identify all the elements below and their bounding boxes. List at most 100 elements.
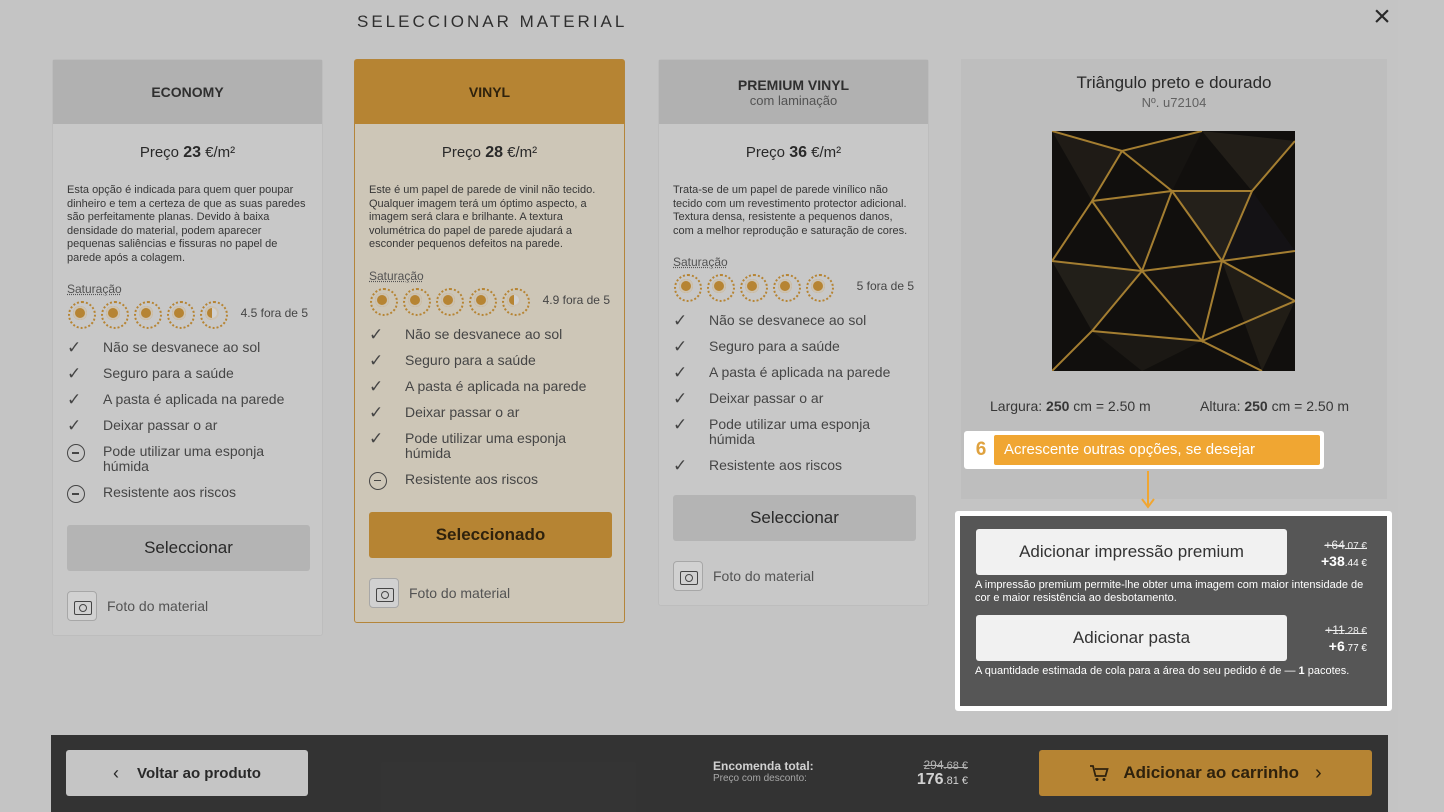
premium-new-price: +38.44 €: [1321, 553, 1367, 570]
feature-item: ✓ Não se desvanece ao sol: [673, 311, 914, 330]
close-icon[interactable]: ×: [1368, 2, 1396, 32]
feature-text: Não se desvanece ao sol: [103, 339, 261, 355]
material-photo-link[interactable]: Foto do material: [673, 561, 914, 591]
feature-item: Resistente aos riscos: [369, 471, 610, 490]
feature-text: Seguro para a saúde: [103, 365, 234, 381]
feature-item: ✓ Deixar passar o ar: [369, 402, 610, 422]
card-title: ECONOMY: [151, 84, 224, 100]
check-icon: ✓: [67, 364, 82, 383]
height-unit: cm = 2.50 m: [1271, 398, 1350, 414]
feature-item: ✓ Seguro para a saúde: [369, 350, 610, 370]
sun-icon: [739, 274, 768, 302]
height-value: 250: [1244, 398, 1268, 414]
card-price: Preço 36 €/m²: [745, 144, 842, 161]
arrow-down-icon: [1141, 471, 1155, 509]
product-code: Nº. u72104: [1141, 95, 1207, 110]
check-icon: ✓: [673, 311, 688, 330]
feature-item: ✓ Pode utilizar uma esponja húmida: [369, 428, 610, 461]
saturation-label[interactable]: Saturação: [673, 255, 914, 269]
sun-icon: [501, 287, 530, 316]
sun-icon: [100, 301, 129, 329]
select-button[interactable]: Seleccionado: [369, 511, 612, 558]
material-card-premium-vinyl[interactable]: PREMIUM VINYL com laminação Preço 36 €/m…: [658, 59, 929, 606]
paste-old-price: +11.28 €: [1325, 623, 1367, 637]
step-callout: 6 Acrescente outras opções, se desejar: [964, 431, 1324, 469]
sun-icon: [67, 301, 96, 329]
feature-text: Resistente aos riscos: [103, 484, 237, 500]
feature-list: ✓ Não se desvanece ao sol ✓ Seguro para a s…: [369, 324, 610, 490]
feature-item: ✓ Seguro para a saúde: [67, 364, 308, 383]
feature-text: Deixar passar o ar: [103, 417, 218, 433]
product-title: Triângulo preto e dourado: [1076, 73, 1272, 92]
width-value: 250: [1046, 398, 1070, 414]
material-photo-link[interactable]: Foto do material: [67, 591, 308, 621]
add-paste-button[interactable]: Adicionar pasta: [976, 615, 1287, 661]
saturation-rating: 4.5 fora de 5: [67, 301, 308, 329]
back-to-product-button[interactable]: ‹ Voltar ao produto: [66, 750, 308, 796]
feature-text: Deixar passar o ar: [405, 403, 520, 420]
saturation-label[interactable]: Saturação: [369, 269, 610, 283]
sun-icon: [805, 274, 834, 302]
saturation-rating: 4.9 fora de 5: [369, 287, 610, 316]
feature-item: ✓ Não se desvanece ao sol: [369, 324, 610, 344]
minus-circle-icon: [67, 444, 85, 462]
feature-item: ✓ A pasta é aplicada na parede: [67, 391, 308, 408]
sun-icon: [706, 274, 735, 302]
card-description: Este é um papel de parede de vinil não t…: [369, 184, 596, 250]
add-to-cart-button[interactable]: Adicionar ao carrinho ›: [1039, 750, 1372, 796]
sun-icon: [402, 287, 431, 316]
wallpaper-pattern-image: [1052, 131, 1295, 371]
back-button-label: Voltar ao produto: [137, 764, 261, 782]
cart-button-label: Adicionar ao carrinho: [1123, 763, 1300, 782]
feature-item: ✓ Não se desvanece ao sol: [67, 339, 308, 356]
chevron-right-icon: ›: [1315, 761, 1322, 784]
modal-title: SELECCIONAR MATERIAL: [357, 12, 628, 31]
minus-circle-icon: [67, 485, 85, 503]
feature-text: A pasta é aplicada na parede: [103, 391, 285, 407]
material-card-economy[interactable]: ECONOMY Preço 23 €/m² Esta opção é indic…: [52, 59, 323, 636]
material-photo-link[interactable]: Foto do material: [369, 577, 610, 608]
card-title: PREMIUM VINYL: [737, 76, 850, 93]
paste-description: A quantidade estimada de cola para a áre…: [975, 665, 1350, 677]
height-label: Altura:: [1200, 398, 1241, 414]
feature-item: ✓ Deixar passar o ar: [673, 389, 914, 408]
check-icon: ✓: [369, 324, 384, 344]
sun-icon: [199, 301, 228, 329]
feature-text: A pasta é aplicada na parede: [405, 377, 587, 394]
paste-new-price: +6.77 €: [1328, 638, 1367, 655]
old-total: 294.68 €: [923, 758, 969, 772]
feature-list: ✓ Não se desvanece ao sol ✓ Seguro para a s…: [673, 311, 914, 475]
feature-text: Não se desvanece ao sol: [405, 325, 563, 342]
sun-icon: [166, 301, 195, 329]
height-dimension: Altura: 250 cm = 2.50 m: [1200, 398, 1349, 414]
card-price: Preço 23 €/m²: [139, 144, 236, 161]
feature-list: ✓ Não se desvanece ao sol ✓ Seguro para a s…: [67, 339, 308, 503]
feature-item: ✓ Pode utilizar uma esponja húmida: [673, 416, 914, 447]
camera-icon: [673, 561, 703, 591]
material-card-vinyl[interactable]: VINYL Preço 28 €/m² Este é um papel de p…: [354, 59, 625, 623]
feature-text: Pode utilizar uma esponja húmida: [103, 443, 265, 474]
product-image: [1052, 131, 1295, 371]
check-icon: ✓: [369, 428, 384, 448]
check-icon: ✓: [369, 402, 384, 422]
check-icon: ✓: [673, 389, 688, 408]
footer-bar: ‹ Voltar ao produto Encomenda total: Pre…: [51, 735, 1388, 812]
feature-item: Resistente aos riscos: [67, 485, 308, 503]
check-icon: ✓: [369, 376, 384, 396]
feature-item: ✓ A pasta é aplicada na parede: [673, 364, 914, 381]
saturation-label[interactable]: Saturação: [67, 282, 308, 296]
feature-text: Não se desvanece ao sol: [709, 312, 867, 328]
check-icon: ✓: [673, 337, 688, 356]
select-button[interactable]: Seleccionar: [67, 525, 310, 571]
add-premium-print-button[interactable]: Adicionar impressão premium: [976, 529, 1287, 575]
check-icon: ✓: [673, 456, 688, 475]
card-subtitle: com laminação: [749, 92, 838, 108]
feature-text: Pode utilizar uma esponja húmida: [709, 416, 871, 447]
discount-label: Preço com desconto:: [713, 773, 807, 784]
select-button[interactable]: Seleccionar: [673, 495, 916, 541]
check-icon: ✓: [369, 350, 384, 370]
sun-icon: [369, 287, 398, 316]
card-description: Esta opção é indicada para quem quer pou…: [67, 184, 306, 264]
feature-text: Resistente aos riscos: [709, 457, 843, 473]
premium-print-price: +64.07 € +38.44 €: [1321, 538, 1367, 571]
